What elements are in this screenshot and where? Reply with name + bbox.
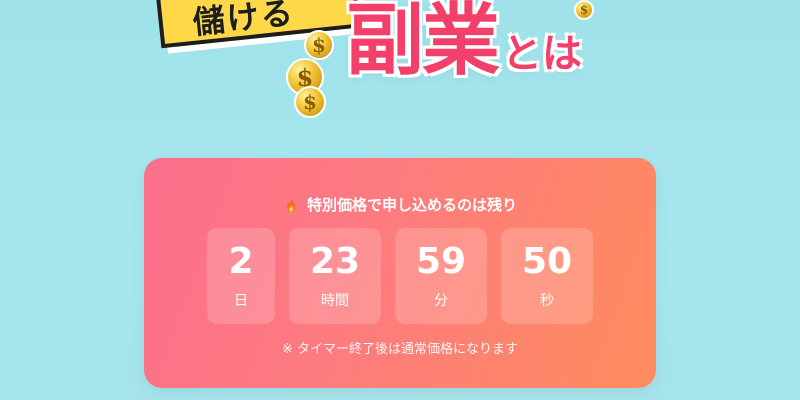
timer-hours-value: 23 xyxy=(309,241,361,283)
countdown-heading-text: 特別価格で申し込めるのは残り xyxy=(306,196,517,214)
timer-seconds-value: 50 xyxy=(521,241,573,283)
countdown-card: 特別価格で申し込めるのは残り 2 日 23 時間 59 分 50 秒 ※ タイマ… xyxy=(144,158,656,388)
timer-unit-days: 2 日 xyxy=(207,228,275,324)
timer-unit-hours: 23 時間 xyxy=(289,228,381,324)
timer-unit-seconds: 50 秒 xyxy=(501,228,593,324)
banner-title-main: 副業 xyxy=(344,0,501,86)
countdown-note: ※ タイマー終了後は通常価格になります xyxy=(281,342,519,357)
fire-icon xyxy=(283,197,299,213)
timer-hours-label: 時間 xyxy=(321,292,349,309)
countdown-heading: 特別価格で申し込めるのは残り xyxy=(144,194,656,215)
hero-banner: 儲ける $ $ $ $ 副業 とは xyxy=(0,0,800,140)
countdown-timer: 2 日 23 時間 59 分 50 秒 xyxy=(144,228,656,324)
timer-seconds-label: 秒 xyxy=(540,292,554,309)
timer-days-label: 日 xyxy=(234,292,248,309)
timer-unit-minutes: 59 分 xyxy=(395,228,487,324)
dollar-coin-icon: $ xyxy=(294,86,326,118)
dollar-coin-icon: $ xyxy=(304,30,334,60)
timer-minutes-value: 59 xyxy=(415,241,467,283)
timer-days-value: 2 xyxy=(228,241,254,283)
banner-badge-text: 儲ける xyxy=(191,0,297,42)
timer-minutes-label: 分 xyxy=(434,292,448,309)
banner-title-suffix: とは xyxy=(501,31,584,77)
banner-title: 副業 とは xyxy=(344,1,584,82)
